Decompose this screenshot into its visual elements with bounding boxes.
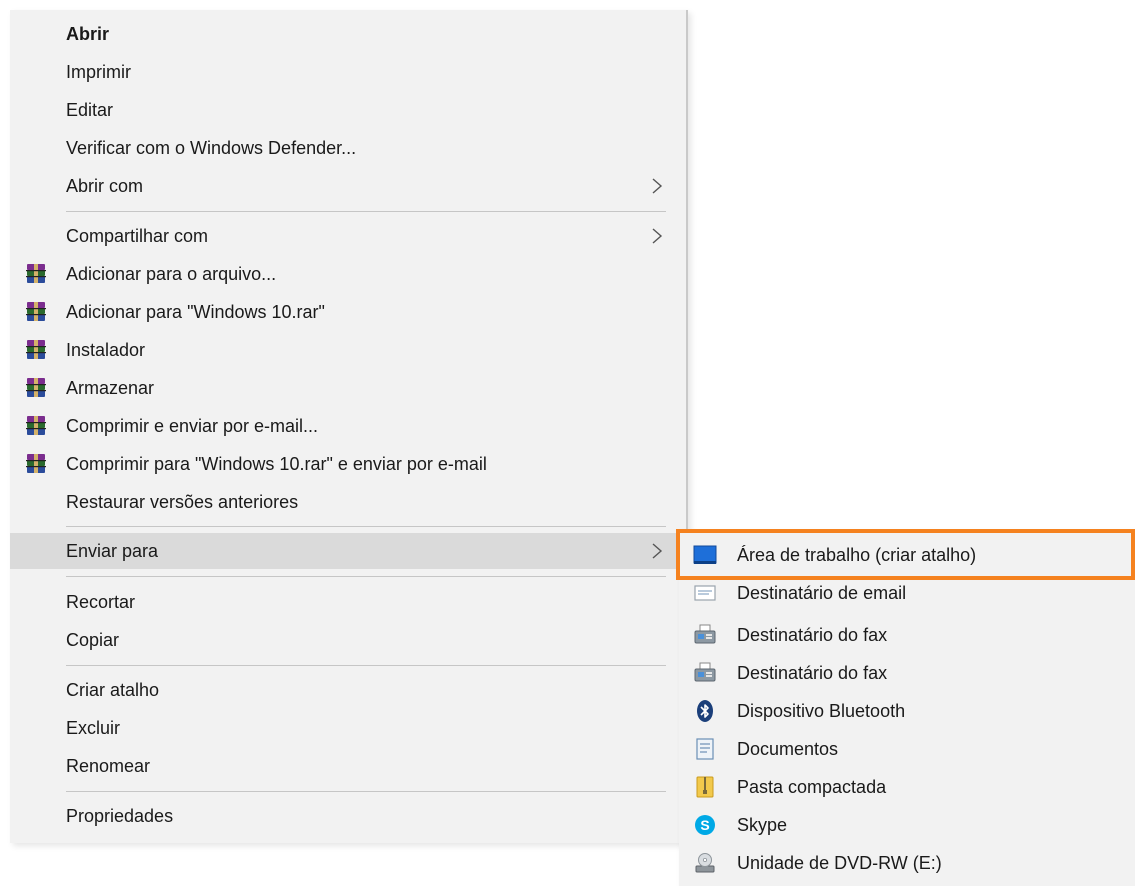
menu-item-label: Verificar com o Windows Defender...: [66, 138, 357, 158]
menu-item-label: Copiar: [66, 630, 120, 650]
winrar-icon: [26, 302, 46, 321]
submenu-item-label: Destinatário de email: [737, 583, 907, 603]
menu-item-excluir[interactable]: Excluir: [10, 710, 686, 746]
menu-item-label: Armazenar: [66, 378, 155, 398]
menu-item-label: Recortar: [66, 592, 136, 612]
menu-separator: [66, 211, 666, 212]
submenu-item-label: Destinatário do fax: [737, 663, 888, 683]
menu-item-label: Restaurar versões anteriores: [66, 492, 299, 512]
submenu-item-label: Dispositivo Bluetooth: [737, 701, 906, 721]
skype-icon: S: [695, 815, 715, 835]
menu-item-label: Compartilhar com: [66, 226, 209, 246]
menu-item-criar-atalho[interactable]: Criar atalho: [10, 672, 686, 708]
menu-item-label: Comprimir e enviar por e-mail...: [66, 416, 319, 436]
menu-item-abrir-com[interactable]: Abrir com: [10, 168, 686, 204]
submenu-item-label: Pasta compactada: [737, 777, 887, 797]
send-to-documents[interactable]: Documentos: [679, 731, 1135, 767]
menu-item-adicionar-windows-rar[interactable]: Adicionar para "Windows 10.rar": [10, 294, 686, 330]
menu-item-copiar[interactable]: Copiar: [10, 622, 686, 658]
send-to-fax-recipient-2[interactable]: Destinatário do fax: [679, 655, 1135, 691]
send-to-mail-recipient[interactable]: Destinatário de email: [679, 575, 1135, 611]
send-to-bluetooth[interactable]: Dispositivo Bluetooth: [679, 693, 1135, 729]
menu-item-propriedades[interactable]: Propriedades: [10, 798, 686, 834]
svg-text:S: S: [700, 817, 709, 833]
menu-separator: [66, 791, 666, 792]
menu-item-armazenar[interactable]: Armazenar: [10, 370, 686, 406]
menu-item-label: Abrir: [66, 24, 110, 44]
send-to-zip-folder[interactable]: Pasta compactada: [679, 769, 1135, 805]
send-to-dvd-drive[interactable]: Unidade de DVD-RW (E:): [679, 845, 1135, 881]
menu-item-imprimir[interactable]: Imprimir: [10, 54, 686, 90]
menu-item-verificar-defender[interactable]: Verificar com o Windows Defender...: [10, 130, 686, 166]
fax-icon: [694, 662, 716, 682]
menu-item-label: Enviar para: [66, 541, 159, 561]
submenu-item-label: Skype: [737, 815, 788, 835]
context-menu: Abrir Imprimir Editar Verificar com o Wi…: [10, 10, 688, 843]
highlight-outline: [676, 529, 1135, 580]
menu-item-recortar[interactable]: Recortar: [10, 584, 686, 620]
menu-item-label: Instalador: [66, 340, 146, 360]
fax-icon: [694, 624, 716, 644]
winrar-icon: [26, 454, 46, 473]
submenu-item-label: Destinatário do fax: [737, 625, 888, 645]
menu-item-comprimir-windows-rar-email[interactable]: Comprimir para "Windows 10.rar" e enviar…: [10, 446, 686, 482]
send-to-skype[interactable]: S Skype: [679, 807, 1135, 843]
menu-item-instalador[interactable]: Instalador: [10, 332, 686, 368]
chevron-right-icon: [652, 543, 663, 559]
send-to-submenu: Área de trabalho (criar atalho) Destinat…: [679, 530, 1135, 886]
send-to-fax-recipient[interactable]: Destinatário do fax: [679, 617, 1135, 653]
menu-item-label: Criar atalho: [66, 680, 160, 700]
menu-separator: [66, 665, 666, 666]
menu-item-label: Adicionar para o arquivo...: [66, 264, 277, 284]
winrar-icon: [26, 340, 46, 359]
documents-icon: [696, 738, 714, 760]
menu-item-editar[interactable]: Editar: [10, 92, 686, 128]
menu-item-label: Imprimir: [66, 62, 131, 82]
submenu-item-label: Documentos: [737, 739, 839, 759]
menu-item-comprimir-enviar[interactable]: Comprimir e enviar por e-mail...: [10, 408, 686, 444]
menu-item-abrir[interactable]: Abrir: [10, 16, 686, 52]
menu-item-label: Renomear: [66, 756, 151, 776]
winrar-icon: [26, 416, 46, 435]
bluetooth-icon: [697, 700, 713, 722]
menu-separator: [66, 576, 666, 577]
chevron-right-icon: [652, 228, 663, 244]
mail-icon: [694, 585, 716, 601]
menu-item-adicionar-arquivo[interactable]: Adicionar para o arquivo...: [10, 256, 686, 292]
winrar-icon: [26, 378, 46, 397]
menu-item-label: Abrir com: [66, 176, 144, 196]
menu-item-renomear[interactable]: Renomear: [10, 748, 686, 784]
submenu-item-label: Unidade de DVD-RW (E:): [737, 853, 942, 873]
menu-item-label: Adicionar para "Windows 10.rar": [66, 302, 325, 322]
dvd-drive-icon: [695, 853, 715, 873]
menu-item-label: Propriedades: [66, 806, 174, 826]
menu-item-compartilhar-com[interactable]: Compartilhar com: [10, 218, 686, 254]
menu-item-label: Editar: [66, 100, 114, 120]
winrar-icon: [26, 264, 46, 283]
menu-item-enviar-para[interactable]: Enviar para: [10, 533, 686, 569]
menu-item-label: Comprimir para "Windows 10.rar" e enviar…: [66, 454, 487, 474]
chevron-right-icon: [652, 178, 663, 194]
menu-item-label: Excluir: [66, 718, 121, 738]
zip-folder-icon: [696, 776, 714, 798]
menu-item-restaurar-versoes[interactable]: Restaurar versões anteriores: [10, 484, 686, 520]
menu-separator: [66, 526, 666, 527]
